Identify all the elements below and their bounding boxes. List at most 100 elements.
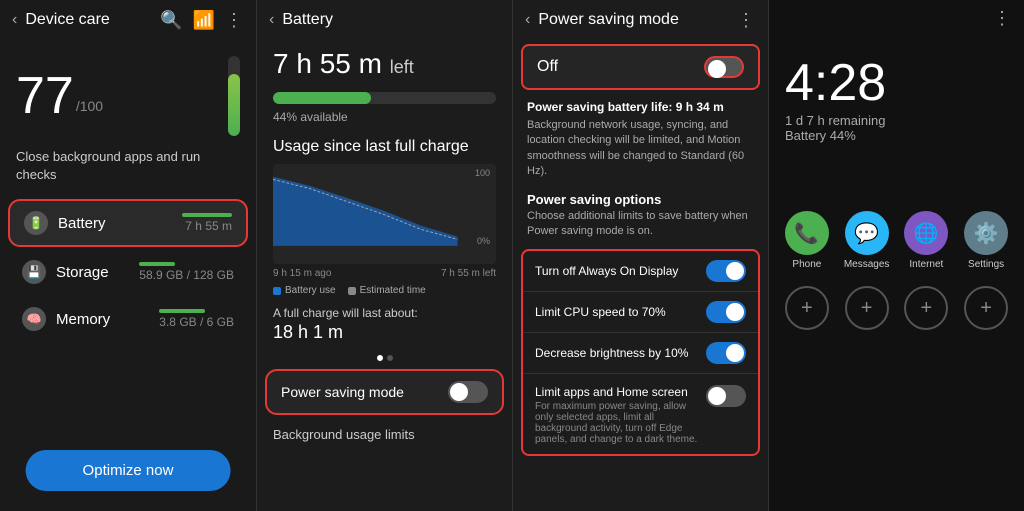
settings-icon: ⚙️ (964, 211, 1008, 255)
panel-battery: ‹ Battery 7 h 55 m left 44% available Us… (256, 0, 512, 511)
clock-section: 4:28 1 d 7 h remaining Battery 44% (769, 37, 1024, 151)
score-max: /100 (76, 98, 103, 114)
chart-legend: Battery use Estimated time (257, 281, 512, 300)
app-settings[interactable]: ⚙️ Settings (960, 211, 1012, 270)
score-value: 77 (16, 70, 74, 122)
panel3-back-icon[interactable]: ‹ (525, 11, 530, 29)
signal-icon: 📶 (193, 10, 215, 31)
battery-icon: 🔋 (24, 211, 48, 235)
battery-time-value: 7 h 55 m left (273, 48, 414, 79)
options-box: Turn off Always On Display Limit CPU spe… (521, 249, 760, 456)
messages-label: Messages (844, 259, 890, 270)
panel2-header: ‹ Battery (257, 0, 512, 40)
option-toggle-3[interactable] (706, 342, 746, 364)
chart-label-left: 9 h 15 m ago (273, 268, 331, 279)
memory-label: Memory (56, 311, 159, 328)
more-icon[interactable]: ⋮ (225, 10, 244, 31)
legend-battery: Battery use (273, 285, 336, 296)
toggle-knob-3 (726, 344, 744, 362)
score-description: Close background apps and run checks (0, 144, 256, 196)
dot-1 (377, 355, 383, 361)
option-desc-4: For maximum power saving, allow only sel… (535, 401, 706, 445)
legend-battery-label: Battery use (285, 285, 336, 296)
off-label: Off (537, 58, 704, 76)
option-label-4: Limit apps and Home screen (535, 385, 688, 399)
off-row[interactable]: Off (521, 44, 760, 90)
toggle-knob-4 (708, 387, 726, 405)
panel3-header: ‹ Power saving mode ⋮ (513, 0, 768, 40)
clock-remaining: 1 d 7 h remaining (785, 113, 1008, 128)
usage-title: Usage since last full charge (257, 126, 512, 164)
panel4-more-icon[interactable]: ⋮ (993, 8, 1012, 29)
battery-value: 7 h 55 m (182, 213, 232, 233)
option-row-2[interactable]: Limit CPU speed to 70% (523, 292, 758, 333)
dock-btn-2[interactable]: + (845, 286, 889, 330)
back-icon[interactable]: ‹ (12, 11, 17, 29)
dock-grid: + + + + (769, 278, 1024, 338)
phone-icon: 📞 (785, 211, 829, 255)
dock-btn-1[interactable]: + (785, 286, 829, 330)
power-options-title: Power saving options (513, 186, 768, 209)
menu-item-battery[interactable]: 🔋 Battery 7 h 55 m (8, 199, 248, 247)
storage-icon: 💾 (22, 260, 46, 284)
dot-indicator (257, 351, 512, 365)
battery-available: 44% available (257, 108, 512, 126)
toggle-knob (450, 383, 468, 401)
option-row-3[interactable]: Decrease brightness by 10% (523, 333, 758, 374)
option-row-4[interactable]: Limit apps and Home screen For maximum p… (523, 374, 758, 454)
app-messages[interactable]: 💬 Messages (841, 211, 893, 270)
clock-time: 4:28 (785, 57, 1008, 109)
off-toggle-knob (708, 60, 726, 78)
option-label-2: Limit CPU speed to 70% (535, 305, 706, 321)
memory-icon: 🧠 (22, 307, 46, 331)
battery-bar (182, 213, 232, 217)
off-toggle[interactable] (704, 56, 744, 78)
battery-progress-fill (273, 92, 371, 104)
internet-label: Internet (909, 259, 943, 270)
full-charge-time: 18 h 1 m (257, 322, 512, 351)
app-internet[interactable]: 🌐 Internet (901, 211, 953, 270)
chart-min-label: 0% (477, 236, 490, 246)
menu-item-memory[interactable]: 🧠 Memory 3.8 GB / 6 GB (8, 297, 248, 341)
legend-estimated: Estimated time (348, 285, 426, 296)
dock-btn-4[interactable]: + (964, 286, 1008, 330)
chart-max-label: 100 (475, 168, 490, 178)
app-grid: 📞 Phone 💬 Messages 🌐 Internet ⚙️ Setting… (769, 151, 1024, 278)
menu-item-storage[interactable]: 💾 Storage 58.9 GB / 128 GB (8, 250, 248, 294)
chart-labels: 9 h 15 m ago 7 h 55 m left (257, 266, 512, 281)
power-saving-toggle[interactable] (448, 381, 488, 403)
chart-label-right: 7 h 55 m left (441, 268, 496, 279)
panel-power-saving: ‹ Power saving mode ⋮ Off Power saving b… (512, 0, 768, 511)
battery-progress-bar (273, 92, 496, 104)
panel3-more-icon[interactable]: ⋮ (737, 10, 756, 31)
option-row-1[interactable]: Turn off Always On Display (523, 251, 758, 292)
memory-value: 3.8 GB / 6 GB (159, 309, 234, 329)
settings-label: Settings (968, 259, 1004, 270)
power-saving-section[interactable]: Power saving mode (265, 369, 504, 415)
legend-estimated-dot (348, 287, 356, 295)
option-toggle-1[interactable] (706, 260, 746, 282)
memory-bar (159, 309, 205, 313)
panel1-title: Device care (25, 11, 150, 29)
optimize-button[interactable]: Optimize now (26, 450, 231, 491)
option-label-1: Turn off Always On Display (535, 264, 706, 280)
panel3-title: Power saving mode (538, 11, 737, 29)
clock-battery: Battery 44% (785, 128, 1008, 143)
panel4-header: ⋮ (769, 0, 1024, 37)
app-phone[interactable]: 📞 Phone (781, 211, 833, 270)
option-toggle-4[interactable] (706, 385, 746, 407)
option-toggle-2[interactable] (706, 301, 746, 323)
panel2-title: Battery (282, 11, 500, 29)
dock-btn-3[interactable]: + (904, 286, 948, 330)
option-label-3: Decrease brightness by 10% (535, 346, 706, 362)
battery-chart: 100 0% (273, 164, 496, 264)
messages-icon: 💬 (845, 211, 889, 255)
legend-battery-dot (273, 287, 281, 295)
option-content-4: Limit apps and Home screen For maximum p… (535, 383, 706, 445)
bg-usage-label[interactable]: Background usage limits (257, 419, 512, 442)
power-saving-life: Power saving battery life: 9 h 34 m (513, 94, 768, 116)
score-bar-fill (228, 74, 240, 136)
search-icon[interactable]: 🔍 (160, 10, 182, 31)
storage-bar (139, 262, 175, 266)
panel2-back-icon[interactable]: ‹ (269, 11, 274, 29)
